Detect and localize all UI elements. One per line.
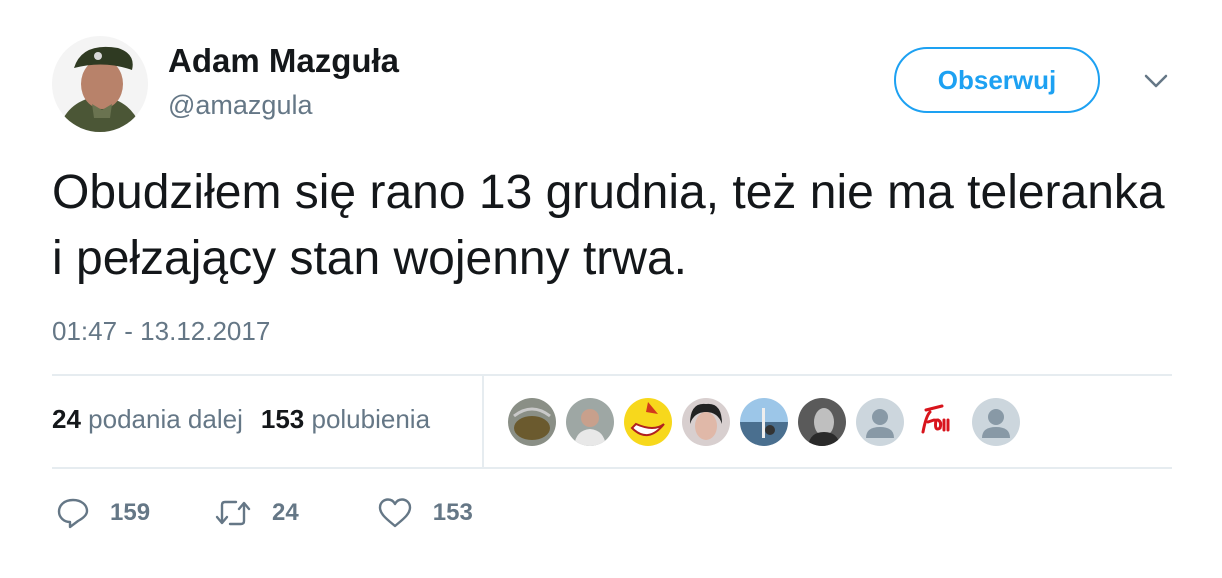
liker-avatar[interactable] (624, 398, 672, 446)
reply-button[interactable]: 159 (56, 496, 150, 530)
liker-avatar[interactable] (798, 398, 846, 446)
author-avatar[interactable] (52, 36, 148, 132)
reply-icon (57, 498, 89, 529)
likes-count: 153 (260, 404, 305, 434)
liker-avatar[interactable] (856, 398, 904, 446)
likes-label: polubienia (311, 404, 431, 434)
reply-count: 159 (110, 499, 151, 526)
retweets-label: podania dalej (88, 404, 243, 434)
likes-stat[interactable]: 153 polubienia (261, 404, 430, 434)
retweet-count: 24 (272, 499, 299, 526)
author-name[interactable]: Adam Mazguła (168, 42, 399, 80)
retweets-stat[interactable]: 24 podania dalej (52, 404, 243, 434)
tweet-timestamp[interactable]: 01:47 - 13.12.2017 (52, 316, 270, 347)
tweet-stats: 24 podania dalej 153 polubienia (52, 404, 430, 435)
tweet-text: Obudziłem się rano 13 grudnia, też nie m… (52, 166, 1165, 285)
liker-avatar[interactable] (566, 398, 614, 446)
retweets-count: 24 (52, 404, 81, 434)
like-button[interactable]: 153 (377, 496, 473, 530)
liker-avatar[interactable] (508, 398, 556, 446)
liker-avatar[interactable] (740, 398, 788, 446)
author-handle[interactable]: @amazgula (168, 90, 312, 121)
liker-avatar[interactable] (914, 398, 962, 446)
liker-avatar[interactable] (682, 398, 730, 446)
retweet-icon (215, 500, 251, 526)
divider (52, 467, 1172, 469)
liker-avatars (508, 398, 1030, 446)
like-count: 153 (432, 499, 473, 526)
divider (52, 374, 1172, 376)
tweet-actions: 159 24 153 (56, 496, 473, 530)
follow-button[interactable]: Obserwuj (894, 47, 1100, 113)
heart-icon (378, 498, 411, 528)
stats-divider (482, 376, 484, 467)
retweet-button[interactable]: 24 (214, 496, 299, 530)
chevron-down-icon[interactable] (1141, 66, 1171, 96)
liker-avatar[interactable] (972, 398, 1020, 446)
